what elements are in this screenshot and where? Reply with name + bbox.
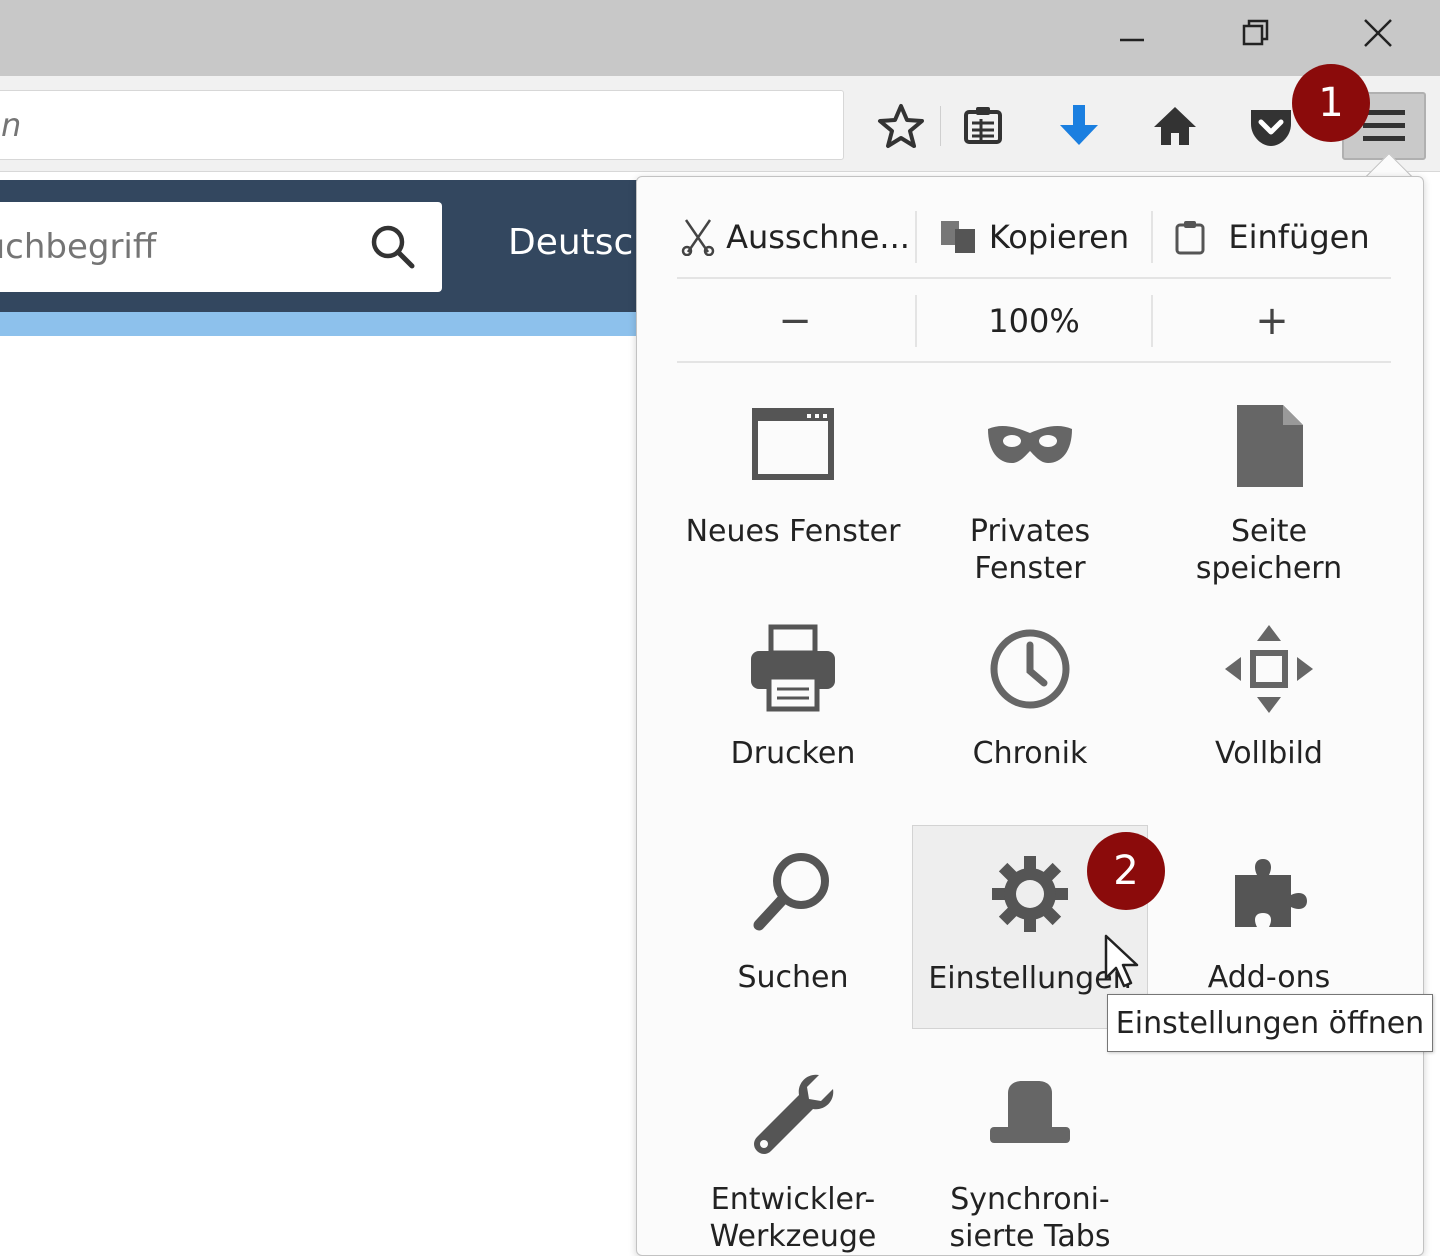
puzzle-piece-icon (1235, 859, 1307, 927)
step-callout-2: 2 (1087, 832, 1165, 910)
addons-button[interactable]: Add-ons (1151, 845, 1387, 996)
home-icon (1154, 107, 1196, 145)
copy-button[interactable]: Kopieren (917, 195, 1151, 279)
developer-tools-button[interactable]: Entwickler- Werkzeuge (675, 1067, 911, 1255)
scissors-icon (681, 219, 715, 256)
paste-button[interactable]: Einfügen (1153, 195, 1391, 279)
save-page-button[interactable]: Seite speichern (1151, 399, 1387, 587)
window-icon (752, 408, 834, 480)
reading-list-button[interactable] (950, 96, 1016, 156)
cut-button[interactable]: Ausschne... (677, 195, 913, 279)
cut-label: Ausschne... (726, 218, 910, 256)
private-window-label: Privates (969, 514, 1091, 549)
synced-tabs-label: Synchroni- (950, 1182, 1110, 1217)
minimize-icon (1120, 38, 1144, 42)
preferences-tooltip: Einstellungen öffnen (1107, 994, 1433, 1052)
copy-icon (940, 221, 975, 253)
addons-label: Add-ons (1207, 960, 1331, 995)
copy-label: Kopieren (988, 218, 1130, 256)
navigation-toolbar (0, 76, 1440, 172)
star-icon (878, 104, 924, 148)
close-window-button[interactable] (1348, 10, 1408, 56)
history-button[interactable]: Chronik (912, 621, 1148, 772)
window-titlebar (0, 0, 1440, 76)
paste-label: Einfügen (1228, 218, 1370, 256)
synced-tabs-label-2: sierte Tabs (949, 1219, 1111, 1254)
pocket-icon (1251, 110, 1291, 146)
url-bar[interactable] (0, 90, 844, 160)
minimize-button[interactable] (1102, 10, 1162, 56)
url-input[interactable] (0, 91, 843, 159)
print-label: Drucken (730, 736, 856, 771)
new-window-button[interactable]: Neues Fenster (675, 399, 911, 550)
home-button[interactable] (1142, 96, 1208, 156)
reading-list-icon (964, 107, 1002, 144)
clock-icon (990, 629, 1070, 709)
zoom-out-button[interactable]: − (677, 279, 913, 363)
private-window-label-2: Fenster (974, 551, 1086, 586)
restore-icon (1242, 19, 1269, 46)
fullscreen-label: Vollbild (1215, 736, 1323, 771)
print-button[interactable]: Drucken (675, 621, 911, 772)
main-menu-panel: Ausschne... Kopieren Einfügen − 100% + N… (636, 176, 1424, 1256)
document-icon (1237, 405, 1303, 487)
clipboard-icon (1175, 221, 1205, 255)
magnifier-icon (753, 853, 829, 931)
developer-tools-label: Entwickler- (710, 1182, 876, 1217)
mask-icon (988, 426, 1072, 463)
fullscreen-icon (1225, 625, 1313, 713)
history-label: Chronik (972, 736, 1088, 771)
synced-tabs-button[interactable]: Synchroni- sierte Tabs (912, 1067, 1148, 1255)
close-icon (1364, 19, 1392, 47)
edit-controls-row: Ausschne... Kopieren Einfügen (677, 195, 1391, 279)
downloads-button[interactable] (1046, 96, 1112, 156)
find-label: Suchen (737, 960, 849, 995)
site-header: Deutsch (0, 180, 640, 312)
save-page-label: Seite (1230, 514, 1308, 549)
wrench-icon (754, 1074, 834, 1154)
search-icon[interactable] (368, 222, 418, 272)
restore-button[interactable] (1226, 10, 1286, 56)
synced-tabs-icon (990, 1081, 1070, 1143)
bookmark-star-button[interactable] (868, 96, 934, 156)
new-window-label: Neues Fenster (685, 514, 901, 549)
zoom-controls-row: − 100% + (677, 279, 1391, 363)
site-accent-strip (0, 312, 640, 336)
developer-tools-label-2: Werkzeuge (709, 1219, 877, 1254)
language-link[interactable]: Deutsch (508, 222, 640, 263)
site-search-input[interactable] (0, 202, 350, 292)
gear-icon (992, 856, 1068, 932)
printer-icon (751, 624, 835, 712)
private-window-button[interactable]: Privates Fenster (912, 399, 1148, 587)
fullscreen-button[interactable]: Vollbild (1151, 621, 1387, 772)
mouse-cursor-icon (1104, 934, 1139, 988)
zoom-in-button[interactable]: + (1153, 279, 1391, 363)
site-search-box (0, 202, 442, 292)
step-callout-1: 1 (1292, 64, 1370, 142)
find-button[interactable]: Suchen (675, 845, 911, 996)
download-icon (1060, 105, 1098, 145)
zoom-reset-button[interactable]: 100% (917, 279, 1151, 363)
toolbar-separator (940, 106, 941, 146)
save-page-label-2: speichern (1195, 551, 1343, 586)
